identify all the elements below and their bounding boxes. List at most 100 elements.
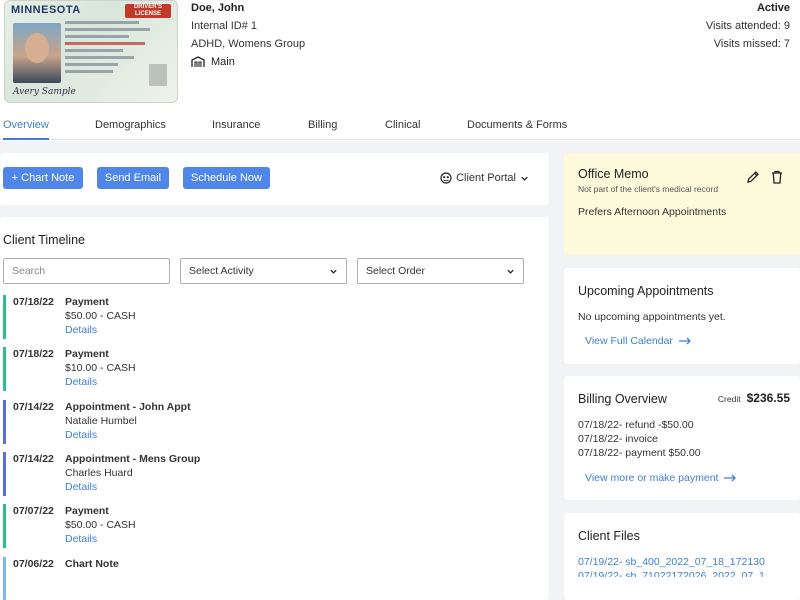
arrow-right-icon	[678, 337, 691, 345]
entry-details-link[interactable]: Details	[65, 481, 97, 493]
office-memo-card: Office Memo Not part of the client's med…	[564, 153, 800, 255]
license-mini-photo	[149, 64, 167, 86]
client-portal-label: Client Portal	[456, 172, 516, 184]
entry-title: Appointment - Mens Group	[65, 453, 201, 465]
entry-date: 07/18/22	[13, 348, 54, 360]
billing-item: 07/18/22- payment $50.00	[578, 447, 701, 459]
tab-documents-forms[interactable]: Documents & Forms	[467, 112, 567, 140]
status-badge: Active	[756, 2, 790, 14]
billing-item: 07/18/22- refund -$50.00	[578, 419, 694, 431]
entry-date: 07/14/22	[13, 453, 54, 465]
file-link[interactable]: 07/19/22- sb_400_2022_07_18_172130	[578, 556, 765, 568]
visits-attended: Visits attended: 9	[705, 20, 790, 32]
license-photo	[13, 23, 61, 83]
tab-demographics[interactable]: Demographics	[95, 112, 166, 140]
view-full-calendar-link[interactable]: View Full Calendar	[585, 335, 691, 347]
portal-icon	[440, 172, 452, 184]
client-timeline-panel: Client Timeline Select Activity Select O…	[0, 217, 549, 600]
upcoming-appointments-card: Upcoming Appointments No upcoming appoin…	[564, 268, 800, 364]
entry-color-bar	[3, 504, 6, 548]
entry-subtitle: $50.00 - CASH	[65, 310, 136, 322]
entry-details-link[interactable]: Details	[65, 376, 97, 388]
billing-overview-card: Billing Overview Credit $236.55 07/18/22…	[564, 376, 800, 500]
license-label: DRIVER'S LICENSE	[125, 4, 171, 18]
entry-title: Payment	[65, 296, 109, 308]
add-chart-note-button[interactable]: + Chart Note	[3, 167, 83, 189]
entry-title: Payment	[65, 348, 109, 360]
timeline-title: Client Timeline	[3, 233, 85, 247]
view-more-payment-link[interactable]: View more or make payment	[585, 472, 737, 484]
timeline-entry: 07/18/22 Payment $50.00 - CASH Details	[3, 295, 543, 339]
entry-subtitle: Natalie Humbel	[65, 415, 137, 427]
client-header: MINNESOTA DRIVER'S LICENSE Avery Sample …	[0, 0, 800, 108]
billing-item: 07/18/22- invoice	[578, 433, 658, 445]
arrow-right-icon	[724, 474, 737, 482]
entry-details-link[interactable]: Details	[65, 324, 97, 336]
view-full-calendar-label: View Full Calendar	[585, 335, 673, 347]
view-more-payment-label: View more or make payment	[585, 472, 719, 484]
client-files-card: Client Files 07/19/22- sb_400_2022_07_18…	[564, 513, 800, 600]
entry-title: Payment	[65, 505, 109, 517]
tab-insurance[interactable]: Insurance	[212, 112, 260, 140]
memo-subtitle: Not part of the client's medical record	[578, 184, 719, 194]
client-portal-dropdown[interactable]: Client Portal	[440, 172, 529, 184]
schedule-now-button[interactable]: Schedule Now	[183, 167, 270, 189]
entry-color-bar	[3, 347, 6, 391]
timeline-search-field[interactable]	[3, 258, 170, 284]
select-order-label: Select Order	[366, 265, 425, 277]
entry-details-link[interactable]: Details	[65, 533, 97, 545]
tab-overview[interactable]: Overview	[3, 112, 49, 140]
entry-subtitle: $10.00 - CASH	[65, 362, 136, 374]
tab-bar: Overview Demographics Insurance Billing …	[0, 112, 800, 140]
select-activity-label: Select Activity	[189, 265, 254, 277]
timeline-entry: 07/18/22 Payment $10.00 - CASH Details	[3, 347, 543, 391]
entry-color-bar	[3, 400, 6, 444]
chevron-down-icon	[330, 269, 337, 274]
entry-title: Appointment - John Appt	[65, 401, 191, 413]
upcoming-title: Upcoming Appointments	[578, 284, 714, 298]
timeline-entry: 07/14/22 Appointment - John Appt Natalie…	[3, 400, 543, 444]
timeline-search-input[interactable]	[12, 265, 161, 277]
credit-amount: $236.55	[746, 391, 790, 405]
select-order-dropdown[interactable]: Select Order	[357, 258, 524, 284]
entry-details-link[interactable]: Details	[65, 429, 97, 441]
entry-date: 07/07/22	[13, 505, 54, 517]
client-internal-id: Internal ID# 1	[191, 20, 258, 32]
memo-title: Office Memo	[578, 167, 649, 181]
timeline-entry: 07/14/22 Appointment - Mens Group Charle…	[3, 452, 543, 496]
client-groups: ADHD, Womens Group	[191, 38, 306, 50]
entry-color-bar	[3, 295, 6, 339]
license-state: MINNESOTA	[11, 4, 81, 16]
chevron-down-icon	[507, 269, 514, 274]
tab-clinical[interactable]: Clinical	[385, 112, 420, 140]
client-name: Doe, John	[191, 2, 245, 14]
client-status: Active Visits attended: 9 Visits missed:…	[706, 2, 790, 56]
entry-date: 07/06/22	[13, 558, 54, 570]
drivers-license-image: MINNESOTA DRIVER'S LICENSE Avery Sample	[4, 0, 178, 103]
entry-date: 07/18/22	[13, 296, 54, 308]
entry-title: Chart Note	[65, 558, 119, 570]
billing-title: Billing Overview	[578, 392, 667, 406]
file-link[interactable]: 07/19/22- sb_71022172026_2022_07_1	[578, 570, 765, 577]
entry-subtitle: Charles Huard	[65, 467, 133, 479]
entry-subtitle: $50.00 - CASH	[65, 519, 136, 531]
credit-balance: Credit $236.55	[718, 391, 790, 405]
entry-date: 07/14/22	[13, 401, 54, 413]
action-bar: + Chart Note Send Email Schedule Now Cli…	[0, 153, 549, 205]
entry-color-bar	[3, 557, 6, 600]
edit-pencil-icon[interactable]	[746, 170, 760, 184]
credit-label: Credit	[717, 394, 741, 404]
client-info: Doe, John Internal ID# 1 ADHD, Womens Gr…	[191, 2, 305, 68]
building-icon	[191, 56, 205, 67]
tab-billing[interactable]: Billing	[308, 112, 337, 140]
send-email-button[interactable]: Send Email	[97, 167, 169, 189]
timeline-entry: 07/07/22 Payment $50.00 - CASH Details	[3, 504, 543, 548]
files-title: Client Files	[578, 529, 640, 543]
client-location: Main	[191, 56, 305, 68]
location-label: Main	[211, 56, 235, 68]
timeline-entry: 07/06/22 Chart Note	[3, 557, 543, 600]
trash-icon[interactable]	[771, 170, 783, 184]
upcoming-empty-text: No upcoming appointments yet.	[578, 311, 726, 323]
select-activity-dropdown[interactable]: Select Activity	[180, 258, 347, 284]
license-signature: Avery Sample	[13, 87, 76, 97]
